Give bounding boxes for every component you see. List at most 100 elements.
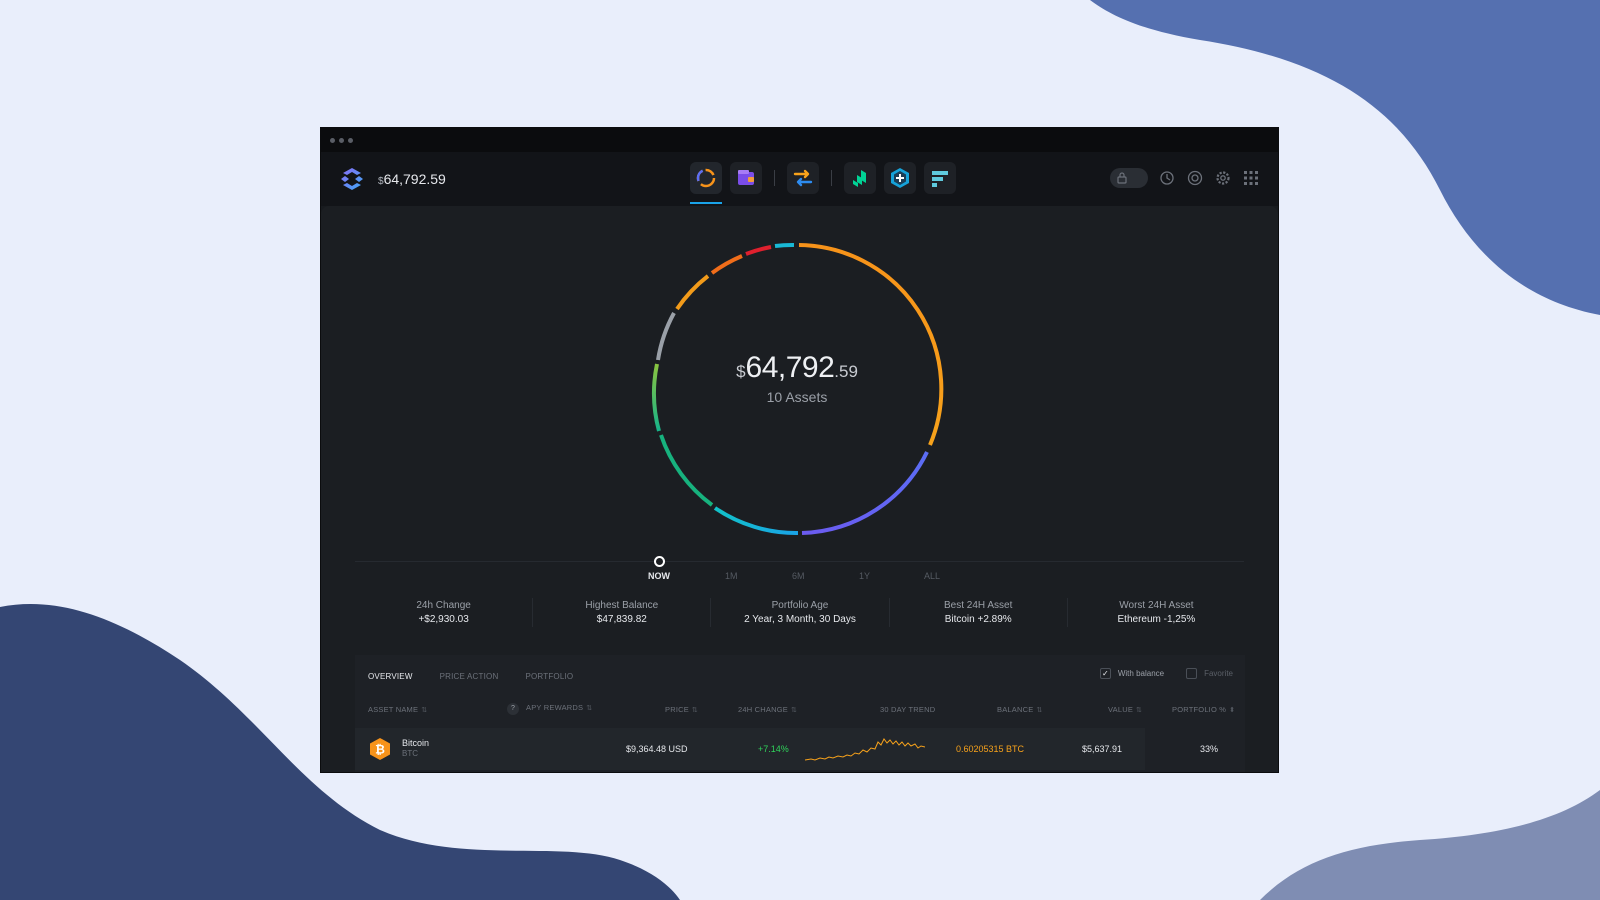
asset-value: $5,637.91 bbox=[1082, 744, 1123, 754]
col-asset-name[interactable]: ASSET NAME ⇅ bbox=[368, 705, 427, 714]
col-portfolio-pct[interactable]: PORTFOLIO % ⬍ bbox=[1172, 705, 1235, 714]
exchange-app-button[interactable] bbox=[787, 162, 819, 194]
add-app-button[interactable] bbox=[884, 162, 916, 194]
stat-worst-asset: Worst 24H Asset Ethereum -1,25% bbox=[1068, 598, 1245, 627]
tab-overview[interactable]: OVERVIEW bbox=[368, 672, 413, 681]
exchange-icon bbox=[793, 169, 813, 187]
col-label: ASSET NAME bbox=[368, 705, 419, 714]
window-minimize-dot[interactable] bbox=[339, 137, 344, 143]
exodus-logo-icon[interactable] bbox=[339, 166, 365, 192]
sort-icon: ⇅ bbox=[586, 705, 593, 712]
window-maximize-dot[interactable] bbox=[348, 137, 353, 143]
col-balance[interactable]: BALANCE ⇅ bbox=[997, 705, 1043, 714]
portfolio-total-display: $64,792.59 10 Assets bbox=[647, 351, 947, 405]
tab-price-action[interactable]: PRICE ACTION bbox=[440, 672, 499, 681]
lock-toggle[interactable] bbox=[1110, 168, 1148, 188]
sort-icon: ⇅ bbox=[790, 707, 798, 714]
compound-app-button[interactable] bbox=[844, 162, 876, 194]
portfolio-app-button[interactable] bbox=[690, 162, 722, 204]
timeline-1m[interactable]: 1M bbox=[725, 571, 738, 581]
stat-label: Highest Balance bbox=[585, 600, 659, 611]
donut-segment-cyan[interactable] bbox=[774, 242, 795, 248]
stat-value: Ethereum -1,25% bbox=[1117, 614, 1196, 625]
bitcoin-icon: ₿ bbox=[370, 738, 390, 760]
stat-label: Worst 24H Asset bbox=[1119, 600, 1194, 611]
ftx-app-icon bbox=[932, 171, 948, 187]
header-portfolio-total: $64,792.59 bbox=[378, 171, 446, 187]
donut-segment-amber[interactable] bbox=[675, 274, 710, 311]
col-label: PORTFOLIO % bbox=[1172, 705, 1227, 714]
timeline-1y[interactable]: 1Y bbox=[859, 571, 870, 581]
history-icon[interactable] bbox=[1158, 169, 1176, 187]
help-icon[interactable] bbox=[1186, 169, 1204, 187]
col-label: 24H CHANGE bbox=[738, 705, 788, 714]
sort-icon: ⇅ bbox=[1036, 707, 1043, 714]
table-tabs: OVERVIEW PRICE ACTION PORTFOLIO bbox=[368, 672, 573, 681]
timeline-track bbox=[355, 561, 1244, 562]
add-app-icon bbox=[891, 168, 909, 188]
stat-24h-change: 24h Change +$2,930.03 bbox=[355, 598, 534, 627]
stat-highest-balance: Highest Balance $47,839.82 bbox=[533, 598, 712, 627]
donut-segment-teal[interactable] bbox=[659, 434, 714, 507]
sort-desc-icon: ⬍ bbox=[1229, 707, 1236, 714]
timeline-6m[interactable]: 6M bbox=[792, 571, 805, 581]
table-row[interactable]: ₿ Bitcoin BTC $9,364.48 USD +7.14% 0.602… bbox=[355, 728, 1145, 770]
asset-count: 10 Assets bbox=[766, 389, 828, 405]
checkbox-check-icon: ✓ bbox=[1099, 668, 1111, 679]
col-apy-rewards[interactable]: ? APY REWARDS ⇅ bbox=[507, 703, 592, 715]
asset-name: Bitcoin bbox=[402, 738, 430, 748]
col-price[interactable]: PRICE ⇅ bbox=[665, 705, 698, 714]
window-close-dot[interactable] bbox=[330, 137, 335, 143]
stat-value: 2 Year, 3 Month, 30 Days bbox=[744, 614, 856, 625]
table-header: ASSET NAME ⇅ ? APY REWARDS ⇅ PRICE ⇅ 24H CHA… bbox=[355, 703, 1245, 719]
donut-segment-red[interactable] bbox=[745, 245, 772, 256]
asset-price: $9,364.48 USD bbox=[626, 744, 688, 754]
timeline-marker[interactable] bbox=[654, 556, 665, 567]
nav-separator bbox=[774, 170, 775, 186]
compound-app-icon bbox=[853, 170, 866, 187]
stat-label: Best 24H Asset bbox=[944, 600, 1013, 611]
stat-value: +$2,930.03 bbox=[418, 614, 469, 625]
ftx-app-button[interactable] bbox=[924, 162, 956, 194]
stat-best-asset: Best 24H Asset Bitcoin +2.89% bbox=[890, 598, 1068, 627]
wallet-icon bbox=[738, 170, 754, 185]
svg-text:₿: ₿ bbox=[375, 743, 385, 757]
donut-segment-blue[interactable] bbox=[713, 506, 799, 536]
question-icon[interactable]: ? bbox=[507, 703, 519, 715]
timeline-now[interactable]: NOW bbox=[648, 571, 670, 581]
col-24h-change[interactable]: 24H CHANGE ⇅ bbox=[738, 705, 797, 714]
settings-icon[interactable] bbox=[1214, 169, 1232, 187]
sort-icon: ⇅ bbox=[691, 707, 698, 714]
timeline-all[interactable]: ALL bbox=[924, 571, 940, 581]
col-30-day-trend: 30 DAY TREND bbox=[880, 705, 935, 714]
col-label: 30 DAY TREND bbox=[880, 705, 936, 714]
tab-portfolio[interactable]: PORTFOLIO bbox=[525, 672, 573, 681]
with-balance-label: With balance bbox=[1117, 669, 1165, 678]
total-cents: .59 bbox=[834, 362, 858, 381]
asset-balance: 0.60205315 BTC bbox=[956, 744, 1025, 754]
total-whole: 64,792 bbox=[745, 351, 835, 384]
donut-segment-orange[interactable] bbox=[798, 243, 944, 446]
favorite-label: Favorite bbox=[1204, 669, 1233, 678]
currency-symbol: $ bbox=[736, 362, 746, 381]
stat-label: Portfolio Age bbox=[771, 600, 829, 611]
wallet-app-button[interactable] bbox=[730, 162, 762, 194]
checkbox-empty-icon bbox=[1186, 668, 1198, 679]
total-value: 64,792.59 bbox=[383, 171, 446, 187]
asset-table-panel: OVERVIEW PRICE ACTION PORTFOLIO ✓ With b… bbox=[355, 655, 1245, 772]
portfolio-main: $64,792.59 10 Assets NOW 1M 6M 1Y ALL 24… bbox=[321, 206, 1278, 772]
nav-separator bbox=[831, 170, 832, 186]
donut-segment-indigo[interactable] bbox=[801, 451, 929, 535]
title-bar bbox=[321, 128, 1278, 152]
asset-24h-change: +7.14% bbox=[758, 744, 789, 754]
stat-label: 24h Change bbox=[416, 600, 471, 611]
col-value[interactable]: VALUE ⇅ bbox=[1108, 705, 1142, 714]
asset-portfolio-pct: 33% bbox=[1200, 744, 1219, 754]
donut-segment-orange-red[interactable] bbox=[710, 254, 743, 275]
apps-grid-icon[interactable] bbox=[1242, 169, 1260, 187]
portfolio-stats: 24h Change +$2,930.03 Highest Balance $4… bbox=[355, 598, 1245, 627]
sort-icon: ⇅ bbox=[1136, 707, 1143, 714]
favorite-checkbox[interactable]: Favorite bbox=[1186, 668, 1233, 679]
col-label: PRICE bbox=[665, 705, 689, 714]
with-balance-checkbox[interactable]: ✓ With balance bbox=[1099, 668, 1165, 679]
